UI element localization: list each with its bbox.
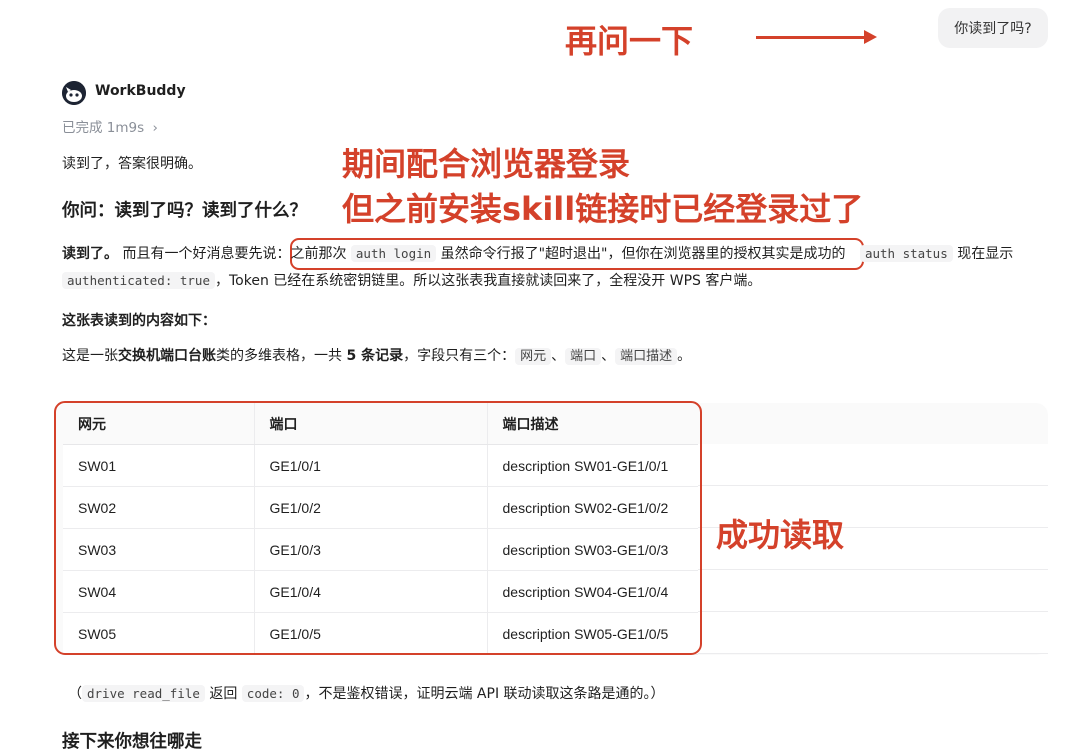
code-auth-login: auth login	[350, 245, 437, 262]
code-auth-status: auth status	[859, 245, 953, 262]
answer-intro: 读到了，答案很明确。	[62, 156, 202, 172]
code-drive-read-file: drive read_file	[82, 685, 205, 702]
code-return-code: code: 0	[241, 685, 305, 702]
bold-text: 5 条记录	[346, 348, 404, 364]
assistant-name: WorkBuddy	[95, 83, 186, 99]
text: 而且有一个好消息要先说：	[122, 246, 291, 262]
text: 这是一张	[62, 348, 118, 364]
bold-text: 交换机端口台账	[118, 348, 216, 364]
annotation-ask-again: 再问一下	[565, 22, 694, 60]
arrow-head	[864, 30, 877, 44]
annotation-browser-login-2: 但之前安装skill链接时已经登录过了	[342, 190, 864, 228]
code-authenticated: authenticated: true	[62, 272, 215, 289]
annotation-read-success: 成功读取	[716, 516, 845, 554]
section-title: 这张表读到的内容如下：	[62, 313, 216, 329]
annotation-browser-login-1: 期间配合浏览器登录	[342, 145, 631, 183]
text: 。	[677, 348, 692, 364]
user-message-bubble: 你读到了吗?	[938, 8, 1048, 48]
separator: 、	[551, 348, 566, 364]
field-label: 网元	[515, 348, 552, 365]
next-heading: 接下来你想往哪走	[62, 732, 202, 752]
paragraph-auth: 读到了。 而且有一个好消息要先说：之前那次 auth login 虽然命令行报了…	[62, 243, 1013, 263]
workbuddy-logo-icon	[62, 81, 86, 105]
separator: 、	[601, 348, 616, 364]
annotation-table-box	[54, 401, 702, 655]
bold-lead: 读到了。	[62, 246, 118, 262]
text: ，字段只有三个：	[403, 348, 516, 364]
text: ，Token 已经在系统密钥链里。所以这张表我直接就读回来了，全程没开 WPS …	[215, 273, 762, 289]
chevron-right-icon: ›	[152, 120, 158, 136]
footnote: （drive read_file 返回 code: 0 ，不是鉴权错误，证明云端 …	[68, 683, 665, 703]
answer-heading: 你问：读到了吗？读到了什么？	[62, 201, 307, 221]
text: 返回	[204, 686, 242, 702]
text: （	[68, 686, 82, 702]
highlight-text-b: 虽然命令行报了"超时退出"，但你在浏览器里的授权其实是成功的	[436, 246, 846, 262]
status-text: 已完成 1m9s	[62, 120, 145, 136]
text: ，不是鉴权错误，证明云端 API 联动读取这条路是通的。）	[304, 686, 665, 702]
paragraph-auth-cont: authenticated: true ，Token 已经在系统密钥链里。所以这张…	[62, 270, 761, 290]
arrow-right-icon	[756, 36, 866, 39]
text: 现在显示	[952, 246, 1014, 262]
completion-status[interactable]: 已完成 1m9s ›	[62, 116, 158, 136]
field-label: 端口	[565, 348, 602, 365]
text: 类的多维表格，一共	[216, 348, 347, 364]
highlight-text-a: 之前那次	[290, 246, 351, 262]
field-label: 端口描述	[615, 348, 678, 365]
user-message-text: 你读到了吗?	[954, 21, 1032, 37]
table-description: 这是一张交换机端口台账类的多维表格，一共 5 条记录，字段只有三个： 网元、端口、…	[62, 345, 691, 365]
